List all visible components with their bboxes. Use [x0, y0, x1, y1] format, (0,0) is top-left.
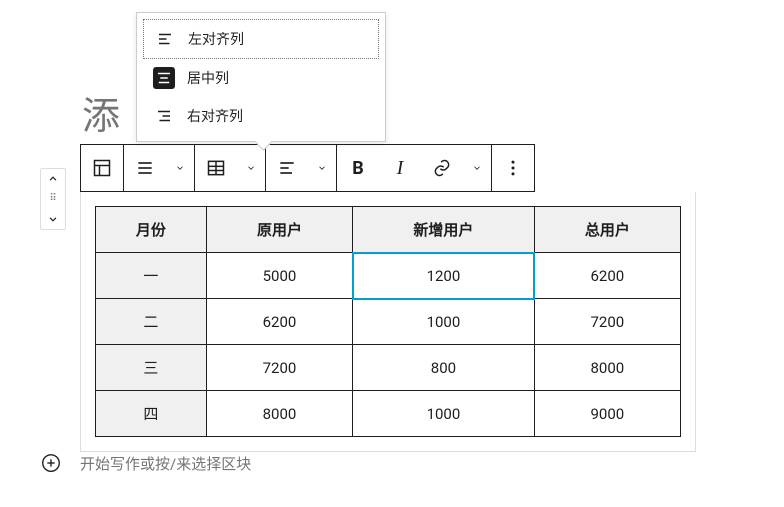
more-options-button[interactable] [492, 145, 534, 191]
table-header[interactable]: 原用户 [206, 207, 352, 253]
table-row: 一500012006200 [96, 253, 681, 299]
block-type-button[interactable] [81, 145, 123, 191]
title-placeholder[interactable]: 添 [82, 85, 120, 140]
column-align-dropdown-toggle[interactable] [308, 145, 336, 191]
align-right-icon [153, 105, 175, 127]
table-cell[interactable]: 1200 [353, 253, 535, 299]
appender-placeholder[interactable]: 开始写作或按/来选择区块 [80, 453, 251, 474]
table-header[interactable]: 新增用户 [353, 207, 535, 253]
move-down-button[interactable] [41, 209, 65, 229]
column-align-button[interactable] [266, 145, 308, 191]
more-rich-text-toggle[interactable] [463, 145, 491, 191]
table-cell[interactable]: 800 [353, 345, 535, 391]
table-cell[interactable]: 一 [96, 253, 207, 299]
link-button[interactable] [421, 145, 463, 191]
table-block: B I 月份 原用户 新增用户 总用户 [80, 144, 696, 452]
move-up-button[interactable] [41, 169, 65, 189]
edit-table-button[interactable] [195, 145, 237, 191]
table-cell[interactable]: 8000 [534, 345, 680, 391]
align-button[interactable] [124, 145, 166, 191]
column-align-dropdown: 左对齐列 居中列 右对齐列 [136, 12, 386, 142]
table-cell[interactable]: 7200 [206, 345, 352, 391]
align-center-option[interactable]: 居中列 [143, 59, 379, 97]
table-row: 二620010007200 [96, 299, 681, 345]
edit-table-dropdown-toggle[interactable] [237, 145, 265, 191]
align-dropdown-toggle[interactable] [166, 145, 194, 191]
table-header[interactable]: 总用户 [534, 207, 680, 253]
bold-button[interactable]: B [337, 145, 379, 191]
drag-handle[interactable]: ⠿ [41, 189, 65, 209]
table-cell[interactable]: 6200 [206, 299, 352, 345]
table-container: 月份 原用户 新增用户 总用户 一500012006200二6200100072… [80, 192, 696, 452]
table-cell[interactable]: 7200 [534, 299, 680, 345]
add-block-button[interactable] [40, 452, 62, 474]
table-cell[interactable]: 5000 [206, 253, 352, 299]
table-cell[interactable]: 9000 [534, 391, 680, 437]
dropdown-label: 左对齐列 [188, 29, 244, 49]
table-row: 四800010009000 [96, 391, 681, 437]
table-cell[interactable]: 1000 [353, 391, 535, 437]
table-header[interactable]: 月份 [96, 207, 207, 253]
dropdown-label: 右对齐列 [187, 106, 243, 126]
data-table[interactable]: 月份 原用户 新增用户 总用户 一500012006200二6200100072… [95, 206, 681, 437]
align-left-option[interactable]: 左对齐列 [143, 19, 379, 59]
align-right-option[interactable]: 右对齐列 [143, 97, 379, 135]
table-cell[interactable]: 二 [96, 299, 207, 345]
table-cell[interactable]: 6200 [534, 253, 680, 299]
block-appender: 开始写作或按/来选择区块 [40, 452, 251, 474]
align-left-icon [154, 28, 176, 50]
table-cell[interactable]: 1000 [353, 299, 535, 345]
align-center-icon [153, 67, 175, 89]
table-cell[interactable]: 三 [96, 345, 207, 391]
block-toolbar: B I [80, 144, 535, 192]
table-cell[interactable]: 8000 [206, 391, 352, 437]
table-row: 三72008008000 [96, 345, 681, 391]
italic-button[interactable]: I [379, 145, 421, 191]
table-header-row: 月份 原用户 新增用户 总用户 [96, 207, 681, 253]
block-mover: ⠿ [40, 168, 66, 230]
table-cell[interactable]: 四 [96, 391, 207, 437]
dropdown-label: 居中列 [187, 68, 229, 88]
